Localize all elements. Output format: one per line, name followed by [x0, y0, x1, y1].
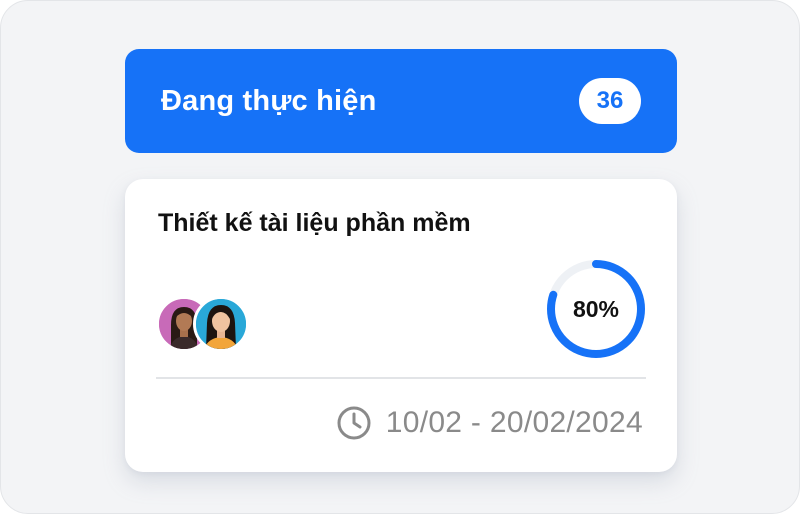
status-title: Đang thực hiện	[161, 85, 377, 117]
task-count-badge: 36	[579, 78, 641, 124]
task-title: Thiết kế tài liệu phần mềm	[158, 209, 471, 237]
task-card[interactable]: Thiết kế tài liệu phần mềm 80% 10/02 - 2…	[125, 179, 677, 472]
clock-icon	[337, 406, 371, 440]
card-divider	[156, 377, 646, 379]
progress-percent: 80%	[572, 296, 620, 322]
assignee-avatar-2[interactable]	[193, 296, 249, 352]
board-canvas: Đang thực hiện 36 Thiết kế tài liệu phần…	[0, 0, 800, 514]
date-row: 10/02 - 20/02/2024	[336, 403, 643, 443]
date-range: 10/02 - 20/02/2024	[385, 406, 643, 439]
status-column-header[interactable]: Đang thực hiện 36	[125, 49, 677, 153]
